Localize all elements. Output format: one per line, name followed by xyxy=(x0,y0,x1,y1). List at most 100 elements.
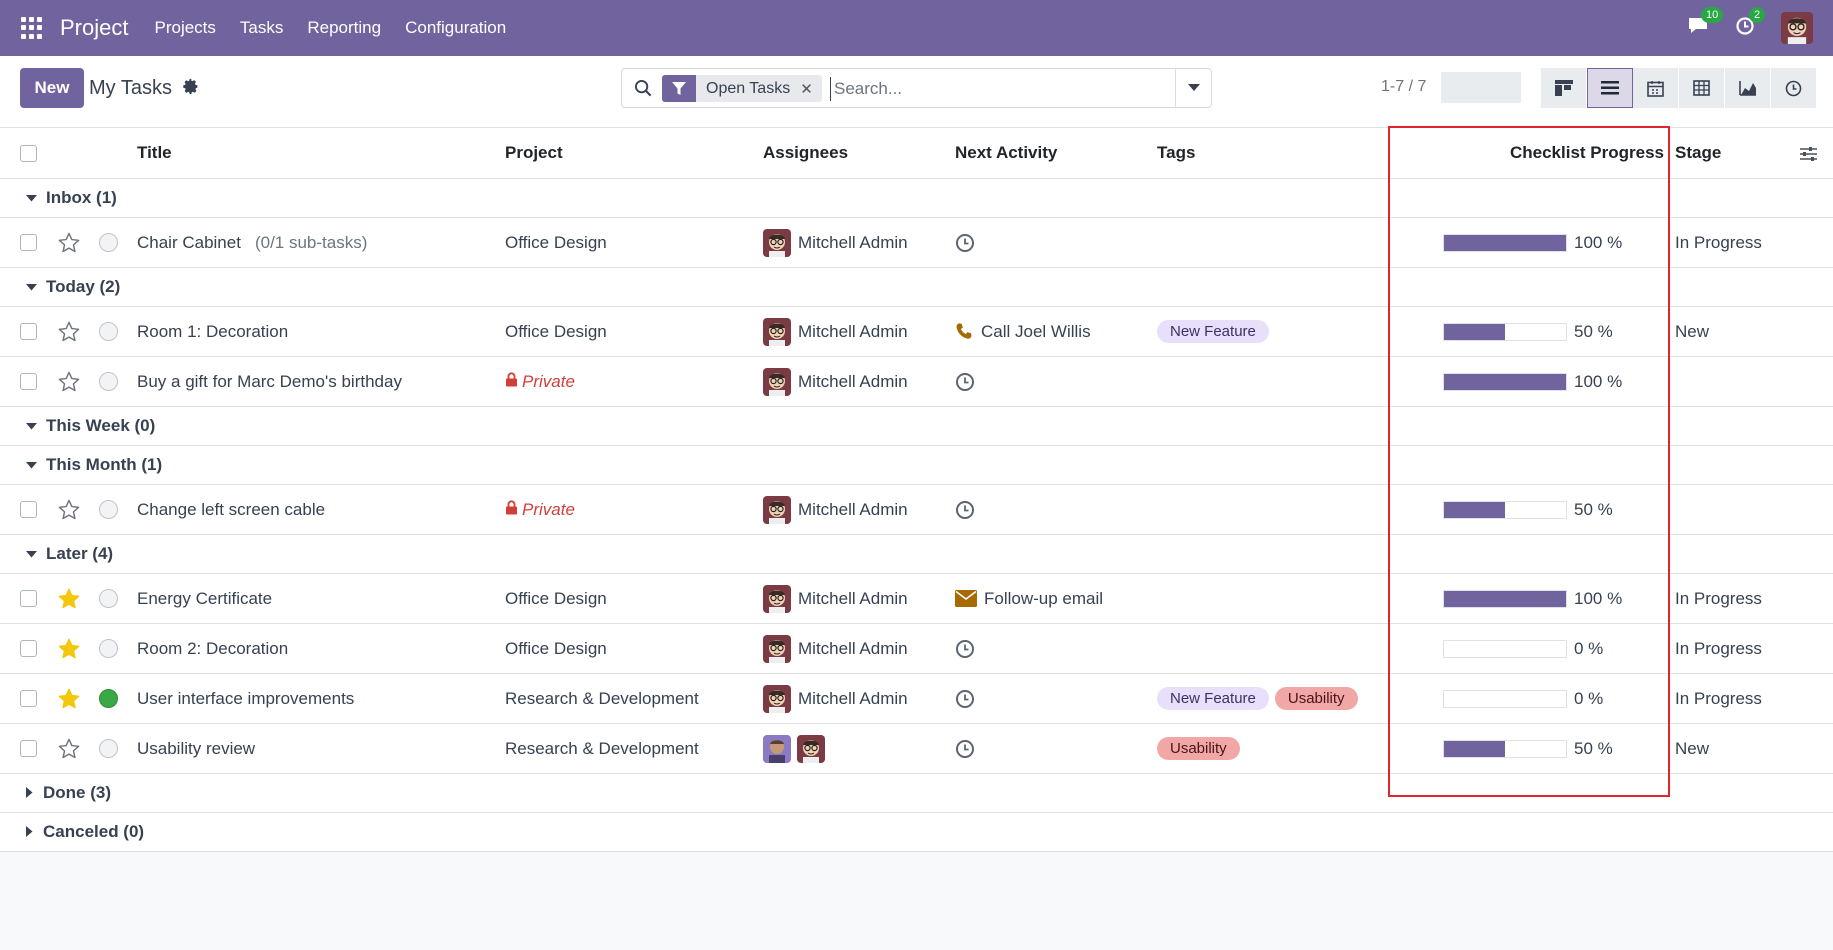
activity-view-button[interactable] xyxy=(1771,68,1817,108)
app-name[interactable]: Project xyxy=(60,15,128,41)
phone-icon[interactable] xyxy=(955,322,974,341)
status-indicator[interactable] xyxy=(99,357,118,406)
status-indicator[interactable] xyxy=(99,624,118,673)
status-indicator[interactable] xyxy=(99,485,118,534)
search-input[interactable] xyxy=(830,77,1170,101)
avatar[interactable] xyxy=(763,367,791,396)
status-circle-icon[interactable] xyxy=(99,739,118,758)
next-activity[interactable] xyxy=(955,357,982,406)
list-view-button[interactable] xyxy=(1587,68,1633,108)
column-header-tags[interactable]: Tags xyxy=(1157,128,1195,178)
group-row[interactable]: This Month (1) xyxy=(0,446,1833,485)
group-row[interactable]: Done (3) xyxy=(0,774,1833,813)
group-row[interactable]: Canceled (0) xyxy=(0,813,1833,852)
task-assignees[interactable] xyxy=(763,724,831,773)
group-row[interactable]: Today (2) xyxy=(0,268,1833,307)
row-select-checkbox[interactable] xyxy=(20,624,37,673)
facet-remove-icon[interactable]: ✕ xyxy=(800,80,822,98)
status-indicator[interactable] xyxy=(99,307,118,356)
checkbox[interactable] xyxy=(20,640,37,657)
group-header[interactable]: Canceled (0) xyxy=(26,813,144,851)
row-select-checkbox[interactable] xyxy=(20,307,37,356)
star-icon[interactable] xyxy=(58,218,80,267)
next-activity[interactable] xyxy=(955,218,982,267)
status-indicator[interactable] xyxy=(99,674,118,723)
group-header[interactable]: Later (4) xyxy=(26,535,113,573)
status-indicator[interactable] xyxy=(99,724,118,773)
avatar[interactable] xyxy=(763,684,791,713)
pager-next-button[interactable] xyxy=(1481,72,1521,103)
task-assignees[interactable]: Mitchell Admin xyxy=(763,624,908,673)
table-row[interactable]: Room 2: Decoration Office Design Mitchell … xyxy=(0,624,1833,674)
group-row[interactable]: Inbox (1) xyxy=(0,179,1833,218)
clock-icon[interactable] xyxy=(955,372,975,392)
group-row[interactable]: Later (4) xyxy=(0,535,1833,574)
table-row[interactable]: Buy a gift for Marc Demo's birthday Priva… xyxy=(0,357,1833,407)
status-circle-icon[interactable] xyxy=(99,322,118,341)
status-circle-icon[interactable] xyxy=(99,500,118,519)
table-row[interactable]: Energy Certificate Office Design Mitchell … xyxy=(0,574,1833,624)
table-row[interactable]: Change left screen cable Private Mitchell … xyxy=(0,485,1833,535)
avatar[interactable] xyxy=(763,228,791,257)
clock-icon[interactable] xyxy=(955,639,975,659)
graph-view-button[interactable] xyxy=(1725,68,1771,108)
column-header-assignees[interactable]: Assignees xyxy=(763,128,848,178)
row-select-checkbox[interactable] xyxy=(20,357,37,406)
clock-icon[interactable] xyxy=(955,500,975,520)
next-activity[interactable] xyxy=(955,674,982,723)
checkbox[interactable] xyxy=(20,501,37,518)
checkbox[interactable] xyxy=(20,690,37,707)
row-select-checkbox[interactable] xyxy=(20,724,37,773)
messages-tray[interactable]: 10 xyxy=(1687,6,1724,41)
next-activity[interactable]: Call Joel Willis xyxy=(955,307,1091,356)
gear-icon[interactable] xyxy=(182,78,199,100)
clock-icon[interactable] xyxy=(955,739,975,759)
checkbox[interactable] xyxy=(20,373,37,390)
select-all-checkbox[interactable] xyxy=(20,128,37,178)
checkbox[interactable] xyxy=(20,234,37,251)
status-circle-icon[interactable] xyxy=(99,589,118,608)
group-header[interactable]: Done (3) xyxy=(26,774,111,812)
avatar[interactable] xyxy=(763,495,791,524)
new-button[interactable]: New xyxy=(20,68,84,108)
column-header-title[interactable]: Title xyxy=(137,128,172,178)
group-header[interactable]: This Month (1) xyxy=(26,446,162,484)
apps-menu-icon[interactable] xyxy=(21,17,43,39)
star-icon[interactable] xyxy=(58,485,80,534)
next-activity[interactable] xyxy=(955,624,982,673)
table-row[interactable]: Usability review Research & Development Us… xyxy=(0,724,1833,774)
task-assignees[interactable]: Mitchell Admin xyxy=(763,674,908,723)
group-row[interactable]: This Week (0) xyxy=(0,407,1833,446)
pager-previous-button[interactable] xyxy=(1441,72,1481,103)
next-activity[interactable] xyxy=(955,485,982,534)
column-header-checklist-progress[interactable]: Checklist Progress xyxy=(1400,128,1664,178)
status-indicator[interactable] xyxy=(99,574,118,623)
star-icon[interactable] xyxy=(58,724,80,773)
checkbox[interactable] xyxy=(20,740,37,757)
task-assignees[interactable]: Mitchell Admin xyxy=(763,574,908,623)
checkbox[interactable] xyxy=(20,144,37,162)
star-filled-icon[interactable] xyxy=(58,624,80,673)
checkbox[interactable] xyxy=(20,323,37,340)
star-icon[interactable] xyxy=(58,357,80,406)
avatar[interactable] xyxy=(797,734,825,763)
group-header[interactable]: This Week (0) xyxy=(26,407,155,445)
pager-value[interactable]: 1-7 / 7 xyxy=(1381,78,1426,96)
clock-icon[interactable] xyxy=(955,689,975,709)
star-filled-icon[interactable] xyxy=(58,674,80,723)
row-select-checkbox[interactable] xyxy=(20,574,37,623)
task-assignees[interactable]: Mitchell Admin xyxy=(763,357,908,406)
column-header-project[interactable]: Project xyxy=(505,128,563,178)
avatar[interactable] xyxy=(763,634,791,663)
row-select-checkbox[interactable] xyxy=(20,674,37,723)
menu-projects[interactable]: Projects xyxy=(154,18,215,38)
kanban-view-button[interactable] xyxy=(1541,68,1587,108)
envelope-icon[interactable] xyxy=(955,590,977,607)
calendar-view-button[interactable] xyxy=(1633,68,1679,108)
checkbox[interactable] xyxy=(20,590,37,607)
star-icon[interactable] xyxy=(58,307,80,356)
row-select-checkbox[interactable] xyxy=(20,218,37,267)
menu-configuration[interactable]: Configuration xyxy=(405,18,506,38)
user-avatar[interactable] xyxy=(1781,12,1813,44)
status-circle-icon[interactable] xyxy=(99,233,118,252)
